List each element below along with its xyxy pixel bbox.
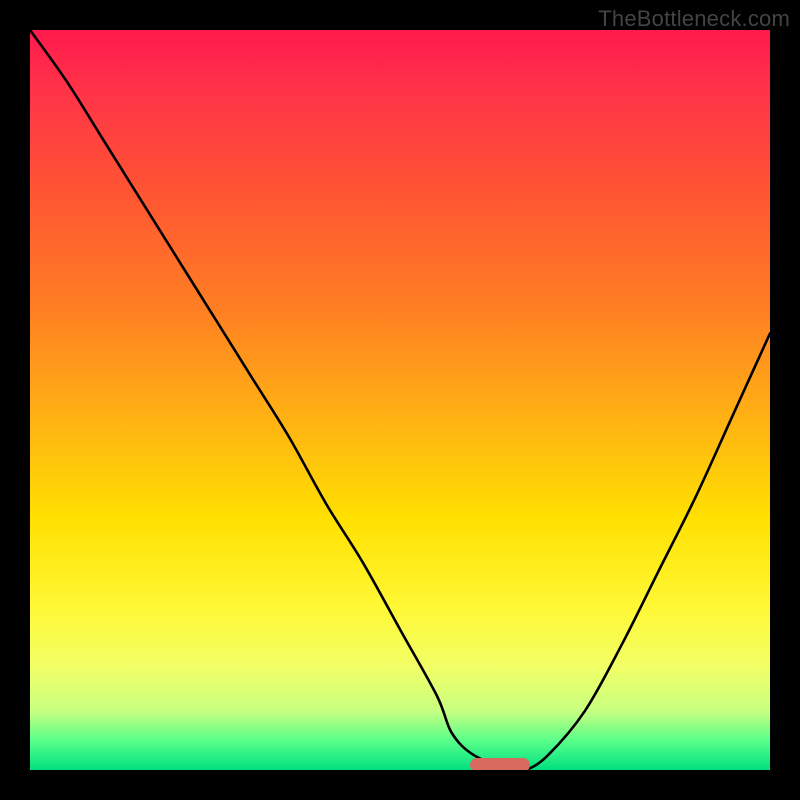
chart-frame: TheBottleneck.com [0, 0, 800, 800]
optimum-marker [470, 758, 530, 770]
bottleneck-curve [30, 30, 770, 770]
watermark-text: TheBottleneck.com [598, 6, 790, 32]
plot-area [30, 30, 770, 770]
